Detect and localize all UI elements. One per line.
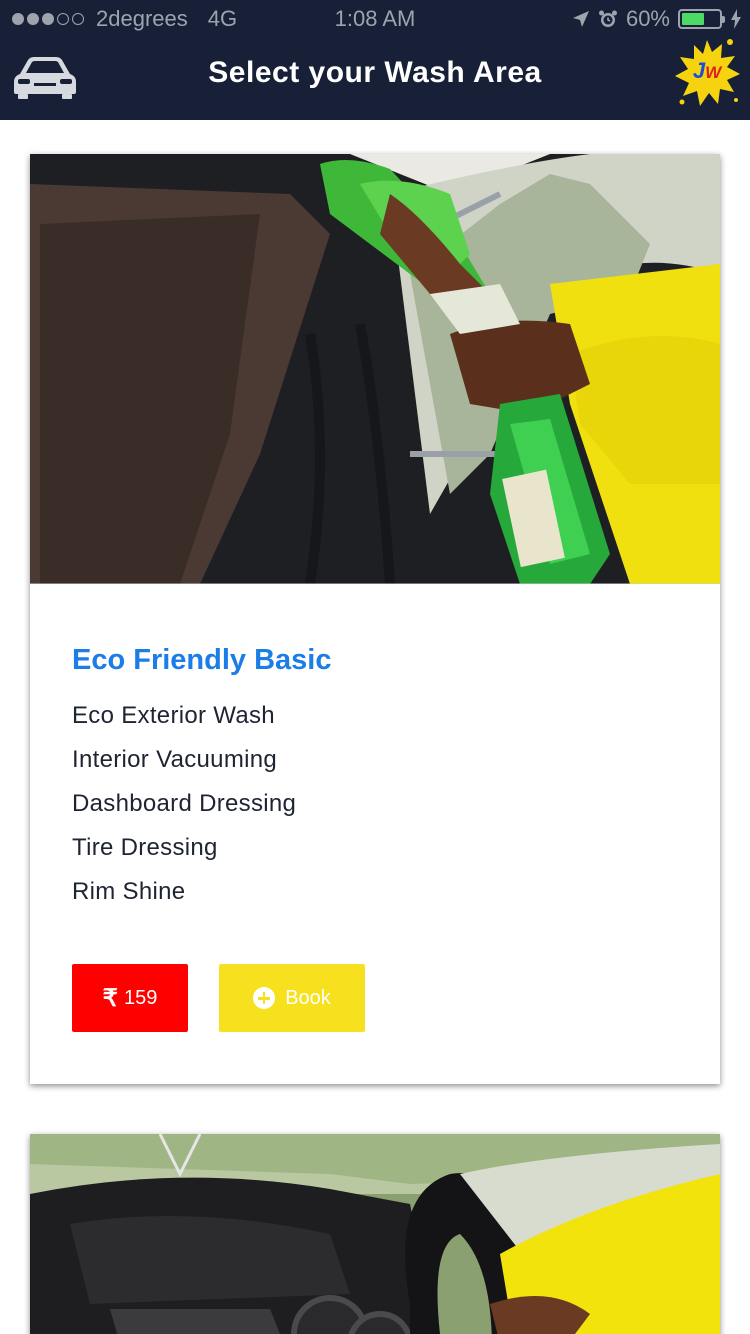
status-right: 60% (572, 6, 742, 32)
price-button[interactable]: ₹ 159 (72, 964, 188, 1032)
status-bar: 2degrees 4G 1:08 AM 60% (0, 0, 750, 40)
page-title: Select your Wash Area (208, 56, 542, 89)
package-feature: Dashboard Dressing (72, 790, 297, 817)
top-app-bar: 2degrees 4G 1:08 AM 60% Select your Wash… (0, 0, 750, 120)
logo-letter-j: J (692, 58, 706, 83)
plus-circle-icon (253, 987, 276, 1009)
book-label: Book (285, 986, 331, 1009)
book-button[interactable]: Book (219, 964, 365, 1032)
rupee-icon: ₹ (102, 984, 118, 1012)
package-card[interactable]: Eco Friendly Basic Eco Exterior Wash Int… (30, 154, 720, 1084)
battery-icon (678, 9, 725, 29)
package-feature: Interior Vacuuming (72, 746, 278, 773)
charging-bolt-icon (731, 9, 741, 29)
package-card[interactable] (30, 1134, 720, 1334)
package-title: Eco Friendly Basic (72, 644, 332, 676)
price-value: 159 (123, 986, 158, 1009)
logo-letter-w: W (705, 63, 722, 82)
package-photo-interior-clean (30, 1134, 720, 1334)
package-feature: Eco Exterior Wash (72, 702, 275, 729)
logo-text: JW (672, 58, 742, 84)
alarm-clock-icon (598, 10, 617, 27)
battery-percent: 60% (625, 6, 670, 31)
package-feature: Tire Dressing (72, 834, 218, 861)
location-arrow-icon (572, 11, 589, 27)
package-feature: Rim Shine (72, 878, 186, 905)
package-photo-exterior-wash (30, 154, 720, 584)
brand-logo: JW (672, 32, 742, 116)
package-features-list: Eco Exterior Wash Interior Vacuuming Das… (72, 700, 296, 920)
